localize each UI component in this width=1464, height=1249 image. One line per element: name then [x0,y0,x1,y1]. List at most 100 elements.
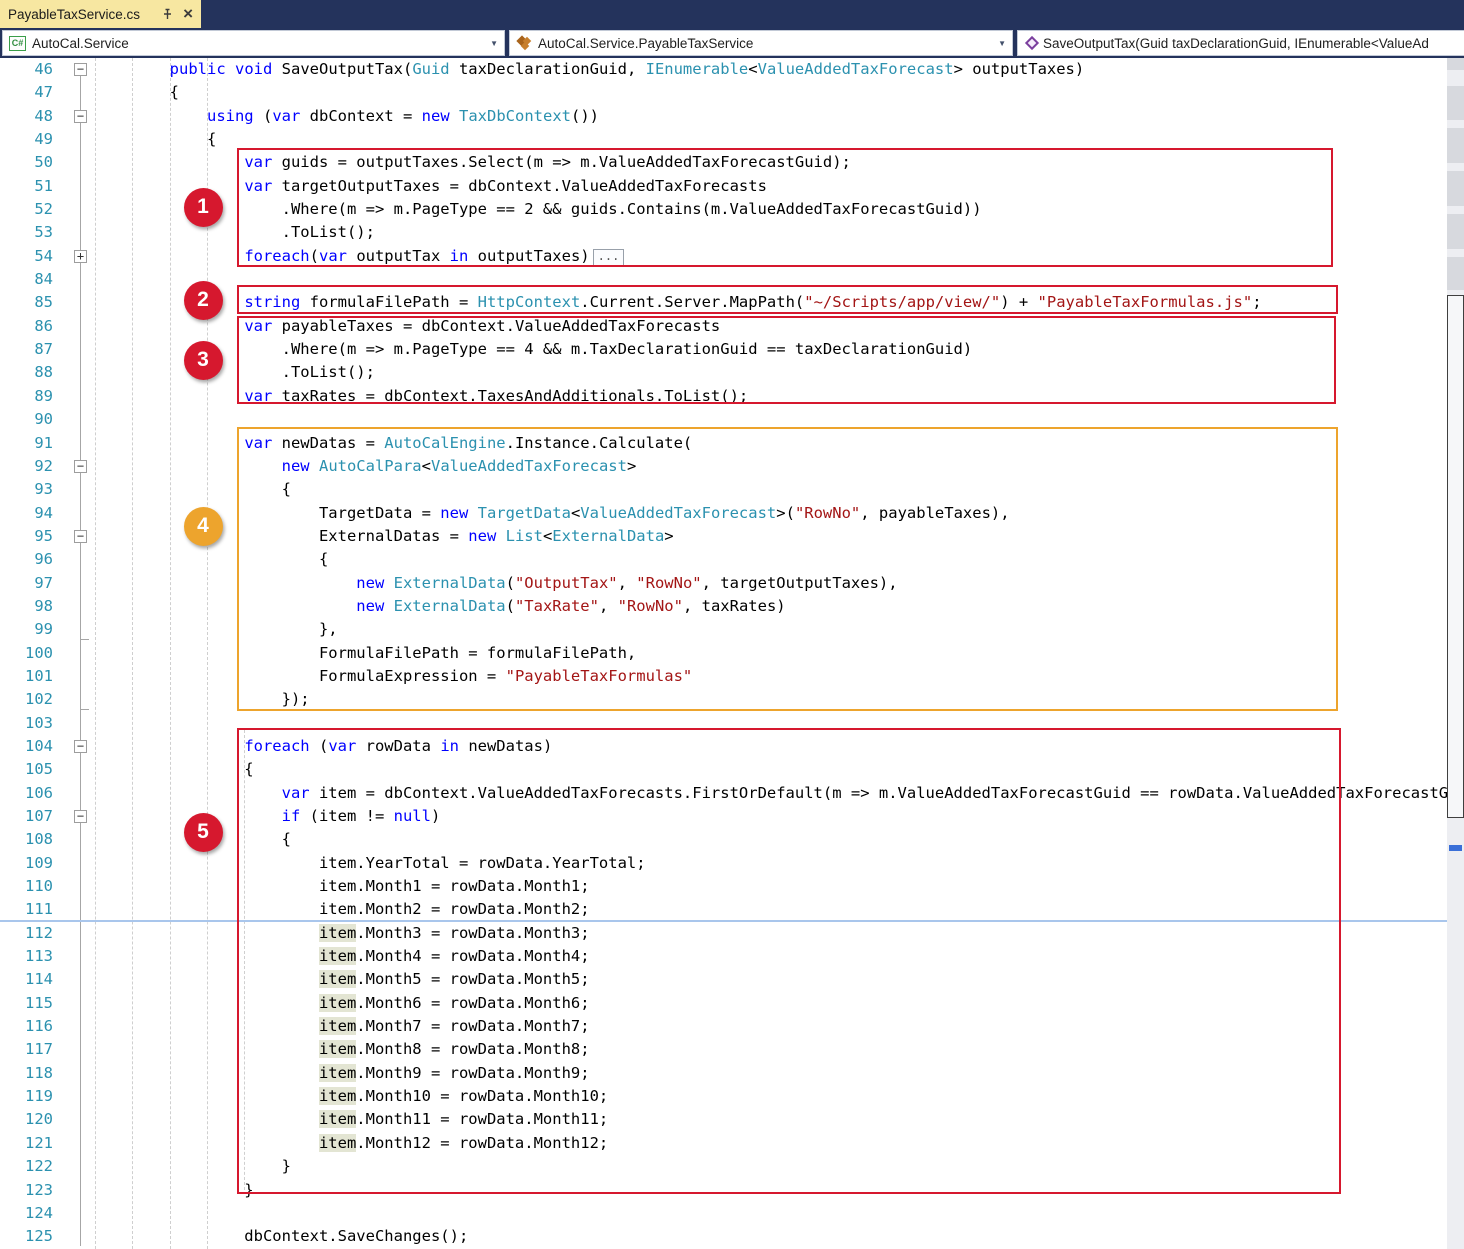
document-tab[interactable]: PayableTaxService.cs × [0,0,201,28]
collapsed-region-box[interactable]: ... [593,249,625,266]
line-number: 90 [0,408,53,431]
code-line: 54+ foreach(var outputTax in outputTaxes… [0,245,1447,268]
fold-margin [53,1225,95,1248]
code-line: 119 item.Month10 = rowData.Month10; [0,1085,1447,1108]
code-text: var newDatas = AutoCalEngine.Instance.Ca… [95,432,1447,455]
line-number: 93 [0,478,53,501]
code-line: 110 item.Month1 = rowData.Month1; [0,875,1447,898]
fold-margin: − [53,105,95,128]
code-text: item.Month11 = rowData.Month11; [95,1108,1447,1131]
line-number: 125 [0,1225,53,1248]
fold-collapse-icon[interactable]: − [74,810,87,823]
code-text: item.Month9 = rowData.Month9; [95,1062,1447,1085]
pin-icon[interactable] [159,6,175,22]
line-number: 108 [0,828,53,851]
close-icon[interactable]: × [183,7,193,21]
line-number: 86 [0,315,53,338]
line-number: 97 [0,572,53,595]
code-line: 113 item.Month4 = rowData.Month4; [0,945,1447,968]
fold-collapse-icon[interactable]: − [74,460,87,473]
project-dropdown[interactable]: C# AutoCal.Service ▼ [2,30,505,56]
member-dropdown[interactable]: SaveOutputTax(Guid taxDeclarationGuid, I… [1017,30,1464,56]
fold-margin [53,548,95,571]
line-number: 118 [0,1062,53,1085]
fold-margin [53,828,95,851]
navigation-bar: C# AutoCal.Service ▼ AutoCal.Service.Pay… [0,28,1464,58]
fold-margin [53,1015,95,1038]
code-line: 89 var taxRates = dbContext.TaxesAndAddi… [0,385,1447,408]
code-lines: 46− public void SaveOutputTax(Guid taxDe… [0,58,1447,1249]
fold-margin [53,945,95,968]
code-line: 99 }, [0,618,1447,641]
fold-margin [53,1038,95,1061]
code-line: 102 }); [0,688,1447,711]
fold-margin [53,432,95,455]
code-text: .ToList(); [95,221,1447,244]
code-text: .ToList(); [95,361,1447,384]
scrollbar-mark [1447,171,1464,206]
fold-margin [53,385,95,408]
line-number: 91 [0,432,53,455]
code-line: 116 item.Month7 = rowData.Month7; [0,1015,1447,1038]
vertical-scrollbar[interactable] [1447,58,1464,1249]
code-editor[interactable]: 46− public void SaveOutputTax(Guid taxDe… [0,58,1447,1249]
fold-margin: − [53,58,95,81]
line-number: 115 [0,992,53,1015]
code-line: 84 [0,268,1447,291]
code-text: item.Month4 = rowData.Month4; [95,945,1447,968]
code-line: 120 item.Month11 = rowData.Month11; [0,1108,1447,1131]
code-line: 48− using (var dbContext = new TaxDbCont… [0,105,1447,128]
line-number: 95 [0,525,53,548]
type-dropdown[interactable]: AutoCal.Service.PayableTaxService ▼ [509,30,1013,56]
code-text: var payableTaxes = dbContext.ValueAddedT… [95,315,1447,338]
line-number: 112 [0,922,53,945]
code-line: 97 new ExternalData("OutputTax", "RowNo"… [0,572,1447,595]
line-number: 53 [0,221,53,244]
code-line: 122 } [0,1155,1447,1178]
fold-margin [53,268,95,291]
code-text: } [95,1179,1447,1202]
fold-margin [53,502,95,525]
fold-margin [53,595,95,618]
code-line: 85 string formulaFilePath = HttpContext.… [0,291,1447,314]
member-dropdown-value: SaveOutputTax(Guid taxDeclarationGuid, I… [1043,36,1458,51]
fold-margin [53,1132,95,1155]
code-line: 103 [0,712,1447,735]
line-number: 104 [0,735,53,758]
code-text: item.Month12 = rowData.Month12; [95,1132,1447,1155]
fold-collapse-icon[interactable]: − [74,63,87,76]
fold-collapse-icon[interactable]: − [74,740,87,753]
code-text [95,408,1447,431]
line-number: 101 [0,665,53,688]
code-text: item.Month2 = rowData.Month2; [95,898,1447,921]
fold-expand-icon[interactable]: + [74,250,87,263]
line-number: 96 [0,548,53,571]
scrollbar-mark [1447,257,1464,290]
fold-collapse-icon[interactable]: − [74,530,87,543]
line-number: 116 [0,1015,53,1038]
fold-margin [53,665,95,688]
code-line: 105 { [0,758,1447,781]
line-number: 88 [0,361,53,384]
line-number: 87 [0,338,53,361]
class-icon [516,35,532,51]
fold-margin [53,151,95,174]
line-number: 119 [0,1085,53,1108]
scrollbar-thumb[interactable] [1447,295,1464,818]
line-number: 89 [0,385,53,408]
code-line: 46− public void SaveOutputTax(Guid taxDe… [0,58,1447,81]
fold-margin [53,221,95,244]
fold-margin [53,198,95,221]
fold-margin [53,875,95,898]
code-line: 109 item.YearTotal = rowData.YearTotal; [0,852,1447,875]
fold-collapse-icon[interactable]: − [74,110,87,123]
scrollbar-caret-mark [1449,845,1462,851]
fold-margin [53,315,95,338]
code-text: TargetData = new TargetData<ValueAddedTa… [95,502,1447,525]
line-number: 109 [0,852,53,875]
line-number: 49 [0,128,53,151]
csharp-project-icon: C# [9,36,26,51]
code-line: 124 [0,1202,1447,1225]
line-number: 48 [0,105,53,128]
project-dropdown-value: AutoCal.Service [32,36,484,51]
